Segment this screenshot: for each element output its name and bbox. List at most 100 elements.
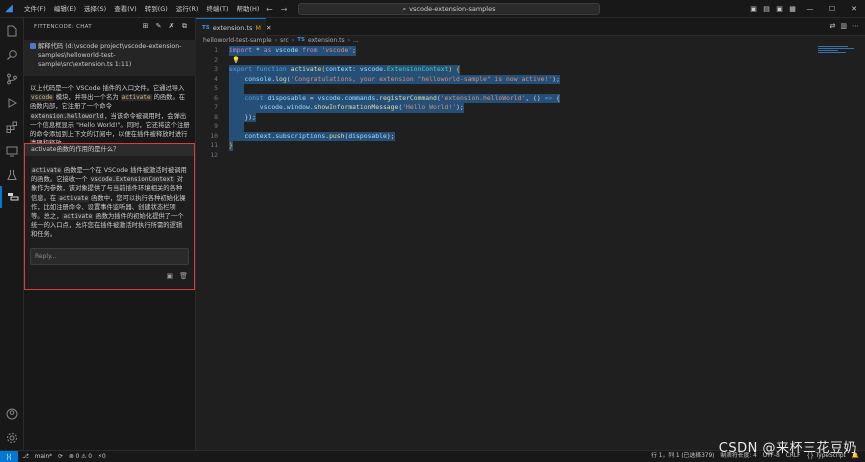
code-line: 10 context.subscriptions.push(disposable… xyxy=(196,131,865,141)
code-line: 8 }); xyxy=(196,112,865,122)
clear-icon[interactable]: ✗ xyxy=(167,22,176,31)
forward-arrow-icon[interactable]: → xyxy=(281,5,288,14)
line-number: 9 xyxy=(214,122,218,130)
code-line: 2 💡 xyxy=(196,56,865,66)
line-number: 3 xyxy=(214,65,218,73)
modified-badge: M xyxy=(255,23,262,32)
code-text: context.subscriptions.push(disposable); xyxy=(229,131,395,141)
remote-indicator-icon[interactable]: ⟩⟨ xyxy=(0,450,18,462)
menu-file[interactable]: 文件(F) xyxy=(20,0,50,18)
trash-icon[interactable]: 🗑 xyxy=(179,272,188,280)
split-editor-icon[interactable]: ▥ xyxy=(840,22,847,30)
chevron-right-icon: › xyxy=(291,37,295,44)
minimap[interactable] xyxy=(818,46,858,56)
line-number: 12 xyxy=(210,150,218,159)
chevron-right-icon: › xyxy=(274,37,278,44)
extensions-icon[interactable] xyxy=(0,116,24,138)
sync-icon[interactable]: ⟳ xyxy=(58,454,63,460)
testing-icon[interactable] xyxy=(0,164,24,186)
toggle-panel-icon[interactable]: ▤ xyxy=(760,5,773,13)
inline-code: activate xyxy=(31,167,62,174)
customize-layout-icon[interactable]: ▦ xyxy=(786,5,799,13)
reply-input[interactable]: Reply... xyxy=(30,248,189,265)
code-text: const disposable = vscode.commands.regis… xyxy=(229,93,561,103)
minimize-icon[interactable]: — xyxy=(799,5,821,13)
search-view-icon[interactable] xyxy=(0,44,24,66)
save-icon[interactable]: ▣ xyxy=(166,272,173,280)
command-center[interactable]: ⌕ vscode-extension-samples xyxy=(298,3,600,15)
tab-extension-ts[interactable]: TS extension.ts M ✕ xyxy=(196,18,271,36)
chevron-right-icon: › xyxy=(347,37,351,44)
title-bar: ◢ 文件(F) 编辑(E) 选择(S) 查看(V) 转到(G) 运行(R) 终端… xyxy=(0,0,865,18)
code-line: 5 xyxy=(196,84,865,94)
git-branch[interactable]: main* xyxy=(35,454,52,460)
breadcrumb: helloworld-test-sample › src › TS extens… xyxy=(203,37,359,46)
user-message-text: 解释代码 (d:\vscode project\vscode-extension… xyxy=(38,43,182,68)
problems-count[interactable]: ⊗ 0 ⚠ 0 xyxy=(69,454,92,460)
command-center-label: vscode-extension-samples xyxy=(409,5,496,13)
breadcrumb-file[interactable]: extension.ts xyxy=(308,37,345,46)
menu-go[interactable]: 转到(G) xyxy=(141,0,172,18)
inline-code: extension.helloworld xyxy=(30,112,105,120)
chat-question: activate函数的作用的是什么？ xyxy=(25,144,194,156)
inline-code: activate xyxy=(58,194,90,202)
tab-label: extension.ts xyxy=(212,23,253,32)
compare-icon[interactable]: ⇄ xyxy=(830,22,836,30)
code-text: vscode.window.showInformationMessage('He… xyxy=(229,103,464,113)
code-line: 3 export function activate(context: vscod… xyxy=(196,65,865,75)
inline-code: vscode xyxy=(30,94,54,102)
edit-icon[interactable]: ✎ xyxy=(154,22,163,31)
menu-run[interactable]: 运行(R) xyxy=(172,0,203,18)
code-line: 7 vscode.window.showInformationMessage('… xyxy=(196,103,865,113)
reply-actions: ▣ 🗑 xyxy=(166,272,188,280)
close-icon[interactable]: ✕ xyxy=(843,5,865,13)
cursor-position[interactable]: 行 1，列 1 (已选择379) xyxy=(651,451,714,462)
menu-edit[interactable]: 编辑(E) xyxy=(50,0,80,18)
menu-view[interactable]: 查看(V) xyxy=(110,0,141,18)
menu-terminal[interactable]: 终端(T) xyxy=(202,0,232,18)
inline-code: activate xyxy=(62,213,94,221)
ports-count[interactable]: ⚡0 xyxy=(98,454,106,460)
line-number: 6 xyxy=(214,93,218,102)
code-editor[interactable]: 1 import * as vscode from 'vscode'; 2 💡 3e… xyxy=(196,46,865,160)
more-actions-icon[interactable]: ⋯ xyxy=(852,22,859,30)
code-text: console.log('Congratulations, your exten… xyxy=(229,74,560,84)
tab-close-icon[interactable]: ✕ xyxy=(266,24,271,32)
highlighted-chat-exchange: activate函数的作用的是什么？ activate 函数是一个在 VSCod… xyxy=(24,143,195,290)
code-line: 4 console.log('Congratulations, your ext… xyxy=(196,74,865,84)
source-control-icon[interactable] xyxy=(0,68,24,90)
explorer-icon[interactable] xyxy=(0,20,24,42)
settings-gear-icon[interactable] xyxy=(0,427,24,449)
new-chat-icon[interactable]: ⊞ xyxy=(141,22,150,31)
title-right-controls: ▣ ▤ ▣ ▦ — ☐ ✕ xyxy=(747,0,865,18)
breadcrumb-folder[interactable]: helloworld-test-sample xyxy=(203,37,272,46)
code-text xyxy=(229,84,245,94)
chat-answer: activate 函数是一个在 VSCode 插件被激活时被调用的函数。它接收一… xyxy=(25,156,194,240)
account-icon[interactable] xyxy=(0,403,24,425)
fittencode-chat-icon[interactable] xyxy=(0,186,24,208)
toggle-primary-sidebar-icon[interactable]: ▣ xyxy=(747,5,760,13)
assistant-text: 模块，并导出一个名为 xyxy=(53,94,121,102)
code-line: 11} xyxy=(196,141,865,151)
user-message: 解释代码 (d:\vscode project\vscode-extension… xyxy=(24,40,196,76)
csdn-watermark: CSDN @来杯三花豆奶 xyxy=(718,441,857,456)
menu-selection[interactable]: 选择(S) xyxy=(80,0,110,18)
typescript-icon: TS xyxy=(202,24,210,31)
code-line: 6 const disposable = vscode.commands.reg… xyxy=(196,93,865,103)
assistant-text: 以上代码是一个 VSCode 插件的入口文件。它通过导入 xyxy=(30,85,185,92)
remote-explorer-icon[interactable] xyxy=(0,140,24,162)
sidebar-actions: ⊞ ✎ ✗ ⧉ xyxy=(141,22,189,31)
breadcrumb-folder[interactable]: src xyxy=(280,37,289,46)
menu-help[interactable]: 帮助(H) xyxy=(232,0,263,18)
maximize-icon[interactable]: ☐ xyxy=(821,5,843,13)
search-icon: ⌕ xyxy=(402,4,407,13)
back-arrow-icon[interactable]: ← xyxy=(266,5,273,14)
breadcrumb-symbol[interactable]: ... xyxy=(353,37,359,46)
lightbulb-icon[interactable]: 💡 xyxy=(232,56,240,66)
nav-arrows: ← → xyxy=(266,0,287,18)
run-debug-icon[interactable] xyxy=(0,92,24,114)
typescript-icon: TS xyxy=(297,37,305,43)
toggle-secondary-sidebar-icon[interactable]: ▣ xyxy=(773,5,786,13)
line-number: 1 xyxy=(214,46,218,54)
history-icon[interactable]: ⧉ xyxy=(180,22,189,31)
